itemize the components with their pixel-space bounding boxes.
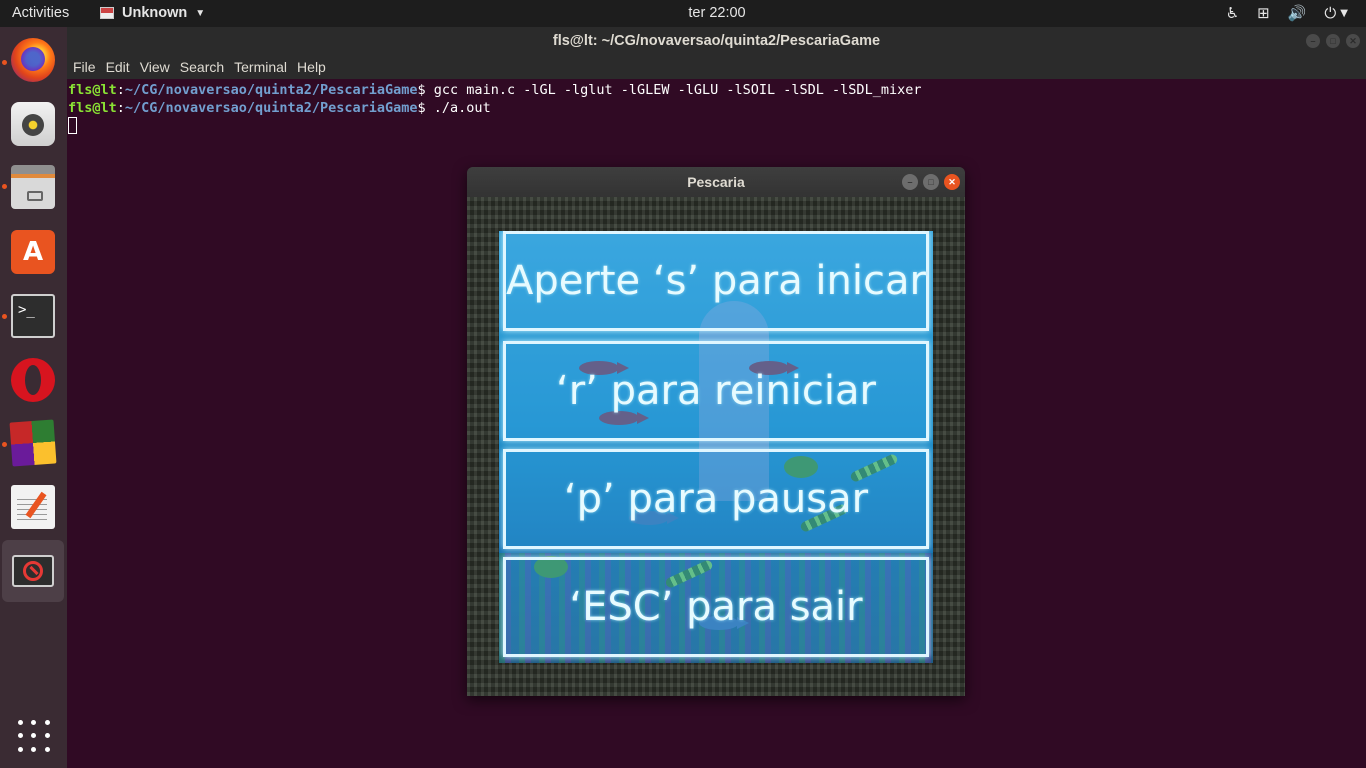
dock-item-software[interactable]: A — [8, 227, 58, 277]
game-title: Pescaria — [687, 174, 745, 190]
close-icon[interactable]: ✕ — [1346, 34, 1360, 48]
maximize-icon[interactable]: □ — [923, 174, 939, 190]
dock: A >_ — [0, 27, 67, 768]
top-bar: Activities Unknown ▼ ter 22:00 ♿ ⊞ 🔊 ⏻ ▼ — [0, 0, 1366, 27]
terminal-cursor — [68, 117, 77, 134]
unknown-app-icon — [12, 555, 54, 587]
menu-file[interactable]: File — [73, 55, 101, 79]
prompt-path: ~/CG/novaversao/quinta2/PescariaGame — [124, 100, 418, 116]
dock-item-wine[interactable] — [8, 418, 58, 468]
terminal-title: fls@lt: ~/CG/novaversao/quinta2/Pescaria… — [552, 33, 881, 49]
dock-item-firefox[interactable] — [8, 35, 58, 85]
wine-icon — [9, 419, 57, 467]
dock-item-terminal[interactable]: >_ — [8, 291, 58, 341]
terminal-line: fls@lt:~/CG/novaversao/quinta2/PescariaG… — [68, 100, 491, 116]
prompt-path: ~/CG/novaversao/quinta2/PescariaGame — [124, 82, 418, 98]
dock-item-rhythmbox[interactable] — [8, 99, 58, 149]
rhythmbox-icon — [11, 102, 55, 146]
terminal-icon: >_ — [11, 294, 55, 338]
show-applications-grid-icon[interactable] — [17, 719, 51, 753]
menu-pause[interactable]: ‘p’ para pausar — [503, 449, 929, 549]
prompt-user: fls@lt — [68, 82, 117, 98]
menu-restart[interactable]: ‘r’ para reiniciar — [503, 341, 929, 441]
game-titlebar[interactable]: Pescaria – □ ✕ — [467, 167, 965, 197]
prompt-user: fls@lt — [68, 100, 117, 116]
minimize-icon[interactable]: – — [902, 174, 918, 190]
accessibility-icon[interactable]: ♿ — [1226, 4, 1239, 22]
running-indicator — [2, 442, 7, 447]
running-indicator — [2, 60, 7, 65]
clock[interactable]: ter 22:00 — [0, 5, 1366, 21]
minimize-icon[interactable]: – — [1306, 34, 1320, 48]
power-icon[interactable]: ⏻ — [1324, 4, 1336, 22]
running-indicator — [2, 314, 7, 319]
terminal-line: fls@lt:~/CG/novaversao/quinta2/PescariaG… — [68, 82, 922, 98]
game-canvas[interactable]: Aperte ‘s’ para inicar ‘r’ para reinicia… — [467, 197, 965, 696]
text-editor-icon — [11, 485, 55, 529]
dock-item-unknown-app[interactable] — [2, 540, 64, 602]
dock-item-files[interactable] — [8, 162, 58, 212]
volume-icon[interactable]: 🔊 — [1288, 4, 1307, 22]
command-text: ./a.out — [433, 100, 491, 116]
menu-terminal[interactable]: Terminal — [234, 55, 292, 79]
terminal-titlebar[interactable]: fls@lt: ~/CG/novaversao/quinta2/Pescaria… — [67, 27, 1366, 55]
menu-view[interactable]: View — [140, 55, 175, 79]
dock-item-opera[interactable] — [8, 355, 58, 405]
network-icon[interactable]: ⊞ — [1257, 4, 1270, 22]
dock-item-text-editor[interactable] — [8, 482, 58, 532]
running-indicator — [2, 184, 7, 189]
menu-search[interactable]: Search — [180, 55, 229, 79]
opera-icon — [11, 358, 55, 402]
game-window: Pescaria – □ ✕ Aperte ‘s’ para inicar ‘r… — [467, 167, 965, 696]
underwater-scene: Aperte ‘s’ para inicar ‘r’ para reinicia… — [499, 231, 933, 663]
files-icon — [11, 165, 55, 209]
chevron-down-icon: ▼ — [1340, 7, 1348, 19]
terminal-menubar: File Edit View Search Terminal Help — [67, 55, 1366, 79]
command-text: gcc main.c -lGL -lglut -lGLEW -lGLU -lSO… — [433, 82, 922, 98]
maximize-icon[interactable]: □ — [1326, 34, 1340, 48]
firefox-icon — [11, 38, 55, 82]
menu-exit[interactable]: ‘ESC’ para sair — [503, 557, 929, 657]
terminal-output[interactable]: fls@lt:~/CG/novaversao/quinta2/PescariaG… — [67, 79, 1366, 135]
menu-start[interactable]: Aperte ‘s’ para inicar — [503, 231, 929, 331]
close-icon[interactable]: ✕ — [944, 174, 960, 190]
system-tray[interactable]: ♿ ⊞ 🔊 ⏻ ▼ — [1226, 4, 1348, 22]
menu-edit[interactable]: Edit — [106, 55, 135, 79]
software-icon: A — [11, 230, 55, 274]
menu-help[interactable]: Help — [297, 55, 331, 79]
